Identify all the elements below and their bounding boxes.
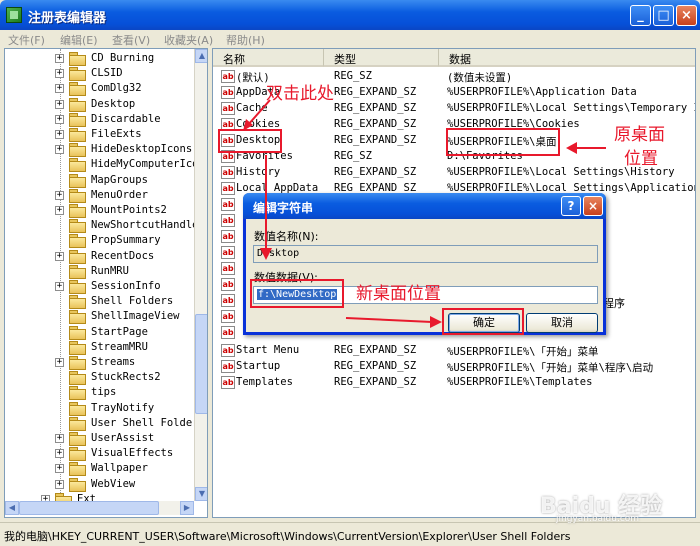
arrow-to-desktop xyxy=(246,99,271,127)
arrow-to-original-head xyxy=(566,142,577,154)
watermark-url: jingyan.baidu.com xyxy=(556,514,640,524)
arrow-to-ok xyxy=(345,317,433,323)
arrow-to-ok-head xyxy=(430,316,442,328)
arrow-to-name-field-head xyxy=(260,248,272,260)
annotation-arrows xyxy=(243,99,606,328)
